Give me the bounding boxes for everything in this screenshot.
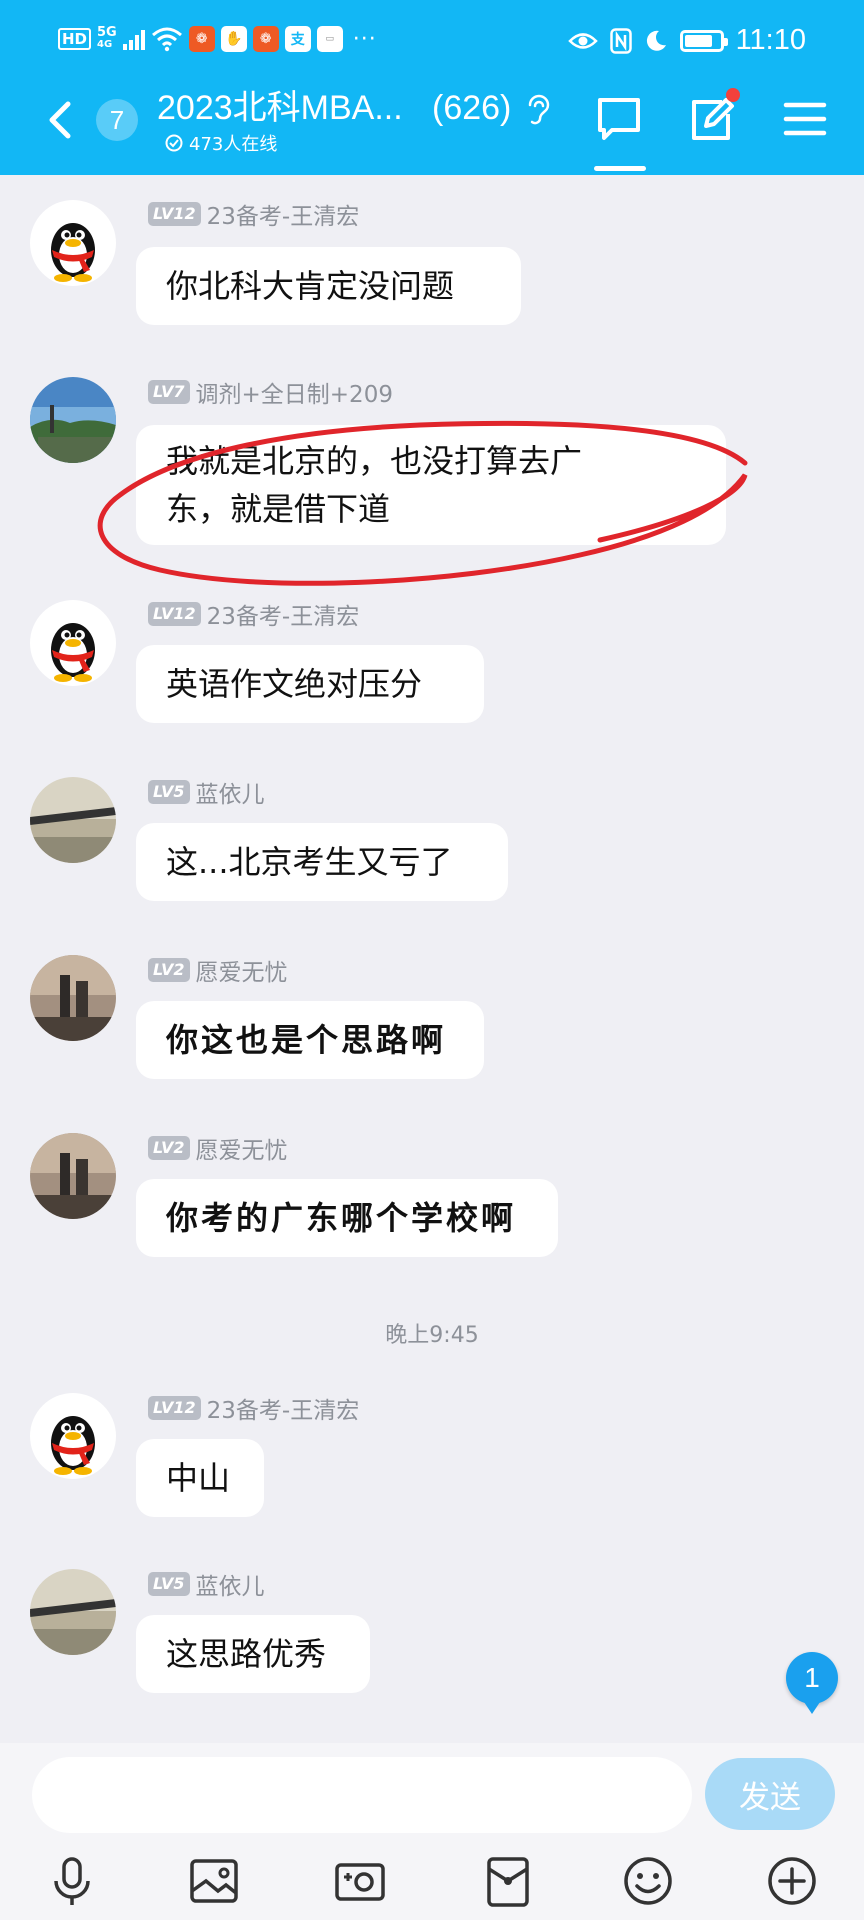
message-text: 中山 xyxy=(166,1459,231,1497)
microphone-icon[interactable] xyxy=(44,1853,100,1909)
status-bar: HD 5G 4G ❁ ✋ ❁ 支 ▭ ··· 11:10 xyxy=(0,0,864,84)
status-indicators: HD 5G 4G ❁ ✋ ❁ 支 ▭ ··· xyxy=(58,26,377,52)
level-badge: LV12 xyxy=(148,1396,201,1420)
message-bubble[interactable]: 你考的广东哪个学校啊 xyxy=(136,1179,558,1257)
sender-info: LV12 23备考-王清宏 xyxy=(148,1391,359,1425)
level-badge: LV2 xyxy=(148,958,190,982)
notification-dot xyxy=(726,88,740,102)
red-ellipse-annotation xyxy=(97,420,748,586)
image-icon[interactable] xyxy=(186,1853,242,1909)
moon-icon xyxy=(646,30,666,51)
avatar[interactable] xyxy=(30,955,116,1041)
signal-icon xyxy=(122,28,145,50)
sender-info: LV2 愿爱无忧 xyxy=(148,953,288,987)
city-dusk-photo xyxy=(30,1133,116,1219)
back-arrow-icon[interactable] xyxy=(42,100,78,140)
city-dusk-photo xyxy=(30,955,116,1041)
group-name[interactable]: 2023北科MBA... xyxy=(157,84,403,132)
sender-name[interactable]: 23备考-王清宏 xyxy=(207,1391,360,1425)
camera-icon[interactable] xyxy=(332,1853,388,1909)
emoji-icon[interactable] xyxy=(620,1853,676,1909)
eye-icon xyxy=(567,32,598,49)
input-area: 发送 xyxy=(0,1743,864,1920)
online-count: 473人在线 xyxy=(189,134,278,155)
chat-tab-icon[interactable] xyxy=(594,94,644,144)
avatar[interactable] xyxy=(30,1133,116,1219)
battery-icon xyxy=(679,29,728,52)
unread-count-badge[interactable]: 7 xyxy=(96,99,138,141)
message-bubble[interactable]: 你这也是个思路啊 xyxy=(136,1001,484,1079)
chat-header: HD 5G 4G ❁ ✋ ❁ 支 ▭ ··· 11:10 7 2023北科MBA… xyxy=(0,0,864,175)
alipay-icon: 支 xyxy=(284,26,311,52)
send-button[interactable]: 发送 xyxy=(705,1758,835,1830)
active-tab-indicator xyxy=(594,166,646,171)
new-message-badge[interactable]: 1 xyxy=(786,1652,838,1714)
ear-icon[interactable] xyxy=(524,92,552,128)
avatar[interactable] xyxy=(30,1393,116,1479)
edit-icon[interactable] xyxy=(686,94,736,144)
network-type: 5G 4G xyxy=(97,25,117,50)
online-check-icon xyxy=(165,134,183,152)
message-bubble[interactable]: 中山 xyxy=(136,1439,264,1517)
sender-info: LV5 蓝依儿 xyxy=(148,1567,265,1601)
message-text: 你考的广东哪个学校啊 xyxy=(166,1199,517,1237)
plus-icon[interactable] xyxy=(764,1853,820,1909)
app-notification-icon: ❁ xyxy=(188,26,215,52)
sender-name[interactable]: 愿爱无忧 xyxy=(196,953,288,987)
sender-info: LV2 愿爱无忧 xyxy=(148,1131,288,1165)
message-timestamp: 晚上9:45 xyxy=(385,1323,479,1348)
member-count[interactable]: (626) xyxy=(432,84,511,132)
sender-name[interactable]: 愿爱无忧 xyxy=(196,1131,288,1165)
seaside-photo xyxy=(30,1569,116,1655)
app-notification-icon: ▭ xyxy=(316,26,343,52)
sender-name[interactable]: 蓝依儿 xyxy=(196,1567,265,1601)
message-text: 你这也是个思路啊 xyxy=(166,1021,447,1059)
status-right: 11:10 xyxy=(567,24,806,57)
message-text: 这思路优秀 xyxy=(166,1635,327,1673)
message-input[interactable] xyxy=(32,1757,692,1833)
hd-indicator: HD xyxy=(58,28,92,50)
wifi-icon xyxy=(151,27,182,52)
message-list[interactable]: LV12 23备考-王清宏 你北科大肯定没问题 LV7 调剂+全日制+209 我就是… xyxy=(0,175,864,1743)
level-badge: LV2 xyxy=(148,1136,190,1160)
clock: 11:10 xyxy=(735,24,806,56)
message-bubble[interactable]: 这思路优秀 xyxy=(136,1615,370,1693)
qq-penguin-icon xyxy=(30,1393,116,1479)
app-notification-icon: ❁ xyxy=(252,26,279,52)
online-status: 473人在线 xyxy=(165,130,277,156)
more-notifications-icon: ··· xyxy=(352,26,377,52)
red-packet-icon[interactable] xyxy=(480,1853,536,1909)
shield-app-icon: ✋ xyxy=(220,26,247,52)
input-toolbar xyxy=(0,1853,864,1913)
menu-icon[interactable] xyxy=(780,94,830,144)
nfc-icon xyxy=(609,27,632,54)
level-badge: LV5 xyxy=(148,1572,190,1596)
avatar[interactable] xyxy=(30,1569,116,1655)
